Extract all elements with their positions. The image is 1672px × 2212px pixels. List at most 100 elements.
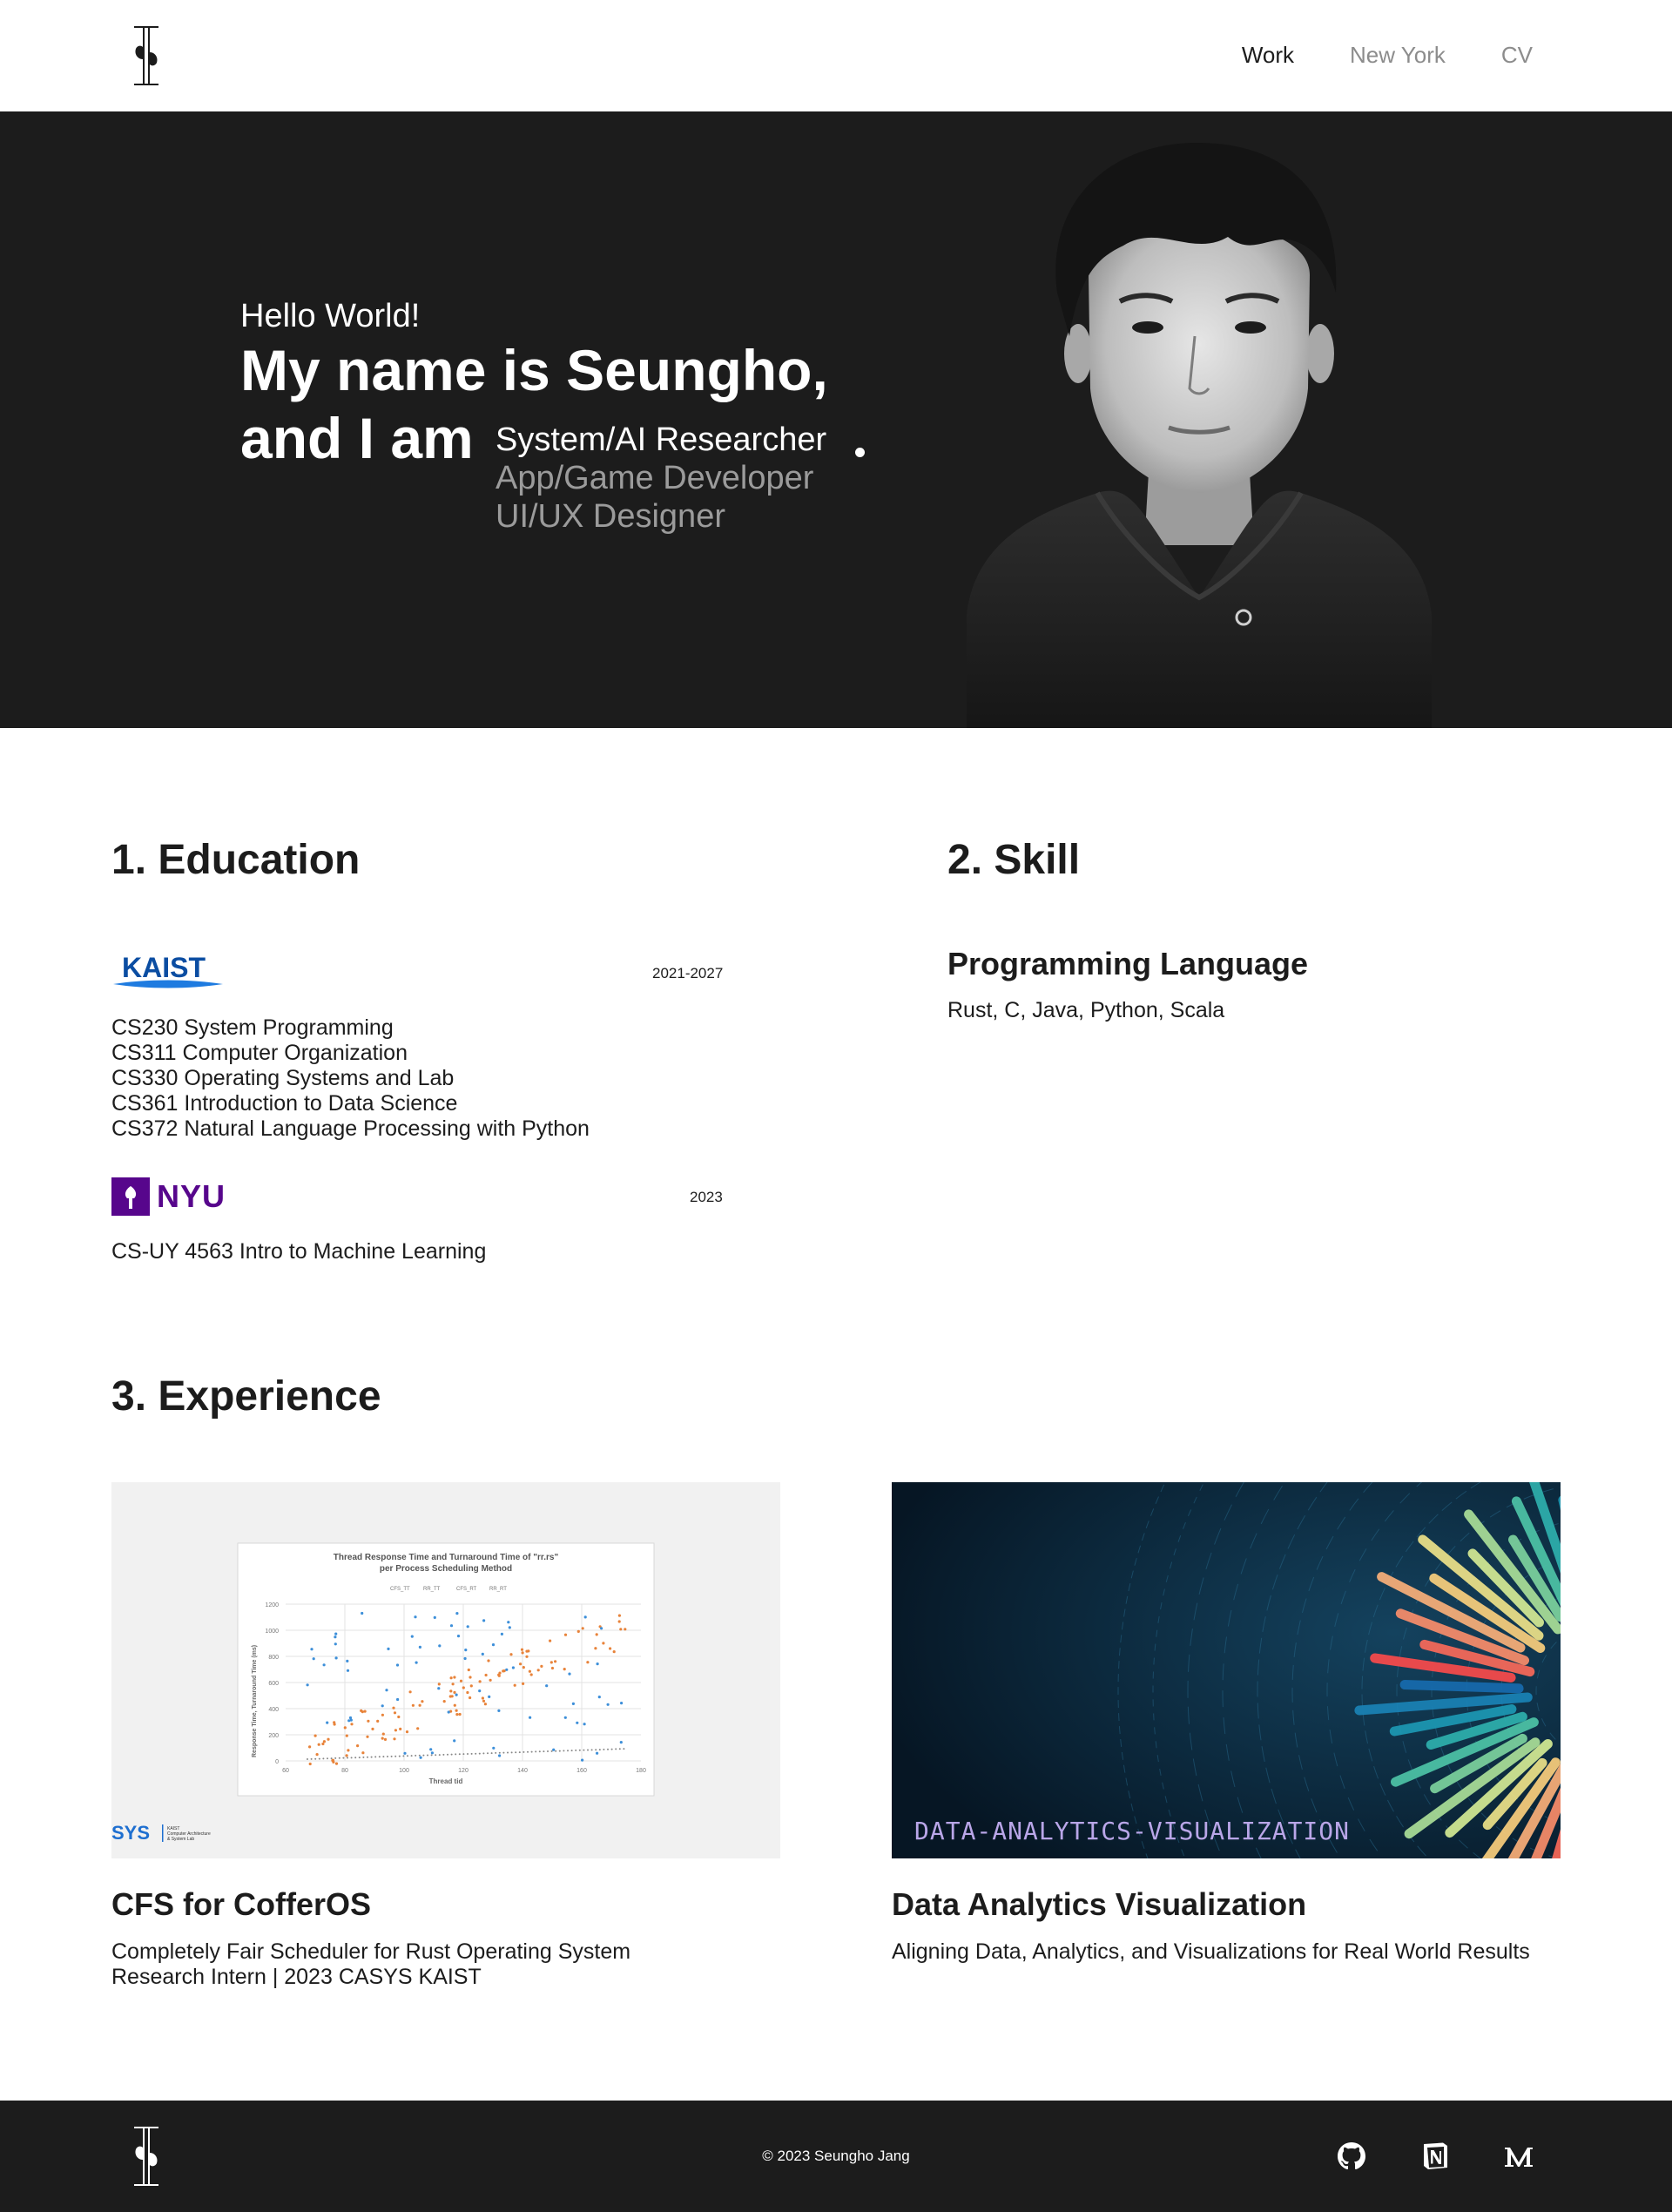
scatter-point: [367, 1719, 370, 1723]
experience-card-cfs-title[interactable]: CFS for CofferOS: [111, 1886, 371, 1923]
svg-text:& System Lab: & System Lab: [167, 1837, 194, 1842]
notion-icon[interactable]: [1419, 2141, 1451, 2172]
scatter-point: [363, 1710, 367, 1713]
scatter-point: [345, 1754, 348, 1757]
cursor-dot: [855, 448, 865, 457]
scatter-point: [594, 1647, 597, 1650]
scatter-point: [321, 1742, 325, 1746]
scatter-point: [438, 1644, 442, 1648]
github-icon[interactable]: [1336, 2141, 1367, 2172]
course-item: CS372 Natural Language Processing with P…: [111, 1116, 590, 1141]
svg-text:140: 140: [517, 1768, 528, 1774]
scatter-point: [448, 1695, 452, 1698]
experience-card-cfs-image[interactable]: Thread Response Time and Turnaround Time…: [111, 1482, 780, 1858]
scatter-point: [529, 1673, 533, 1676]
scatter-point: [308, 1762, 312, 1766]
scatter-point: [322, 1740, 326, 1743]
scatter-point: [360, 1709, 363, 1712]
scatter-point: [383, 1737, 388, 1741]
svg-text:80: 80: [341, 1768, 348, 1774]
medium-icon[interactable]: [1503, 2141, 1534, 2172]
scatter-point: [334, 1632, 338, 1635]
scatter-point: [450, 1753, 453, 1756]
scatter-point: [371, 1727, 374, 1730]
scatter-point: [617, 1620, 621, 1623]
scatter-point: [549, 1639, 552, 1642]
cfs-chart-thumbnail: Thread Response Time and Turnaround Time…: [111, 1542, 655, 1844]
scatter-point: [378, 1756, 381, 1758]
scatter-point: [481, 1696, 484, 1700]
scatter-point: [415, 1754, 417, 1757]
scatter-point: [567, 1750, 569, 1752]
scatter-point: [310, 1648, 314, 1651]
scatter-point: [385, 1689, 388, 1692]
svg-text:120: 120: [458, 1768, 469, 1774]
main-nav: Work New York CV: [1242, 42, 1533, 69]
scatter-point: [462, 1686, 465, 1689]
scatter-point: [374, 1756, 377, 1758]
scatter-point: [487, 1659, 490, 1662]
scatter-point: [484, 1673, 488, 1677]
scatter-point: [502, 1669, 505, 1673]
scatter-point: [568, 1672, 571, 1676]
scatter-point: [338, 1757, 340, 1759]
scatter-point: [345, 1734, 348, 1737]
scatter-point: [490, 1752, 493, 1755]
scatter-point: [603, 1748, 605, 1750]
scatter-point: [395, 1663, 400, 1667]
scatter-point: [595, 1749, 597, 1751]
scatter-point: [418, 1754, 421, 1757]
svg-text:Thread Response Time and Turna: Thread Response Time and Turnaround Time…: [334, 1553, 559, 1562]
hero-greeting: Hello World!: [240, 298, 421, 334]
scatter-point: [578, 1749, 581, 1751]
svg-text:200: 200: [268, 1733, 279, 1739]
scatter-point: [455, 1753, 457, 1756]
nav-cv[interactable]: CV: [1501, 42, 1533, 69]
scatter-point: [327, 1737, 330, 1741]
card-desc-line: Research Intern | 2023 CASYS KAIST: [111, 1965, 482, 1989]
scatter-point: [606, 1703, 610, 1706]
site-header: Work New York CV: [0, 0, 1672, 111]
scatter-point: [498, 1751, 501, 1754]
nav-new-york[interactable]: New York: [1350, 42, 1446, 69]
scatter-point: [571, 1702, 576, 1705]
scatter-point: [455, 1709, 458, 1712]
scatter-point: [610, 1748, 613, 1750]
scatter-point: [361, 1611, 364, 1615]
scatter-point: [530, 1750, 533, 1753]
experience-card-dav-image[interactable]: DATA-ANALYTICS-VISUALIZATION: [892, 1482, 1561, 1858]
svg-text:100: 100: [399, 1768, 409, 1774]
scatter-point: [447, 1710, 450, 1714]
svg-text:DATA-ANALYTICS-VISUALIZATION: DATA-ANALYTICS-VISUALIZATION: [914, 1817, 1350, 1845]
scatter-point: [306, 1683, 309, 1687]
scatter-point: [467, 1668, 470, 1672]
scatter-point: [469, 1676, 472, 1679]
site-logo[interactable]: [129, 24, 164, 87]
scatter-point: [536, 1669, 540, 1672]
experience-card-dav-title[interactable]: Data Analytics Visualization: [892, 1886, 1306, 1923]
course-item: CS230 System Programming: [111, 1015, 394, 1040]
scatter-point: [624, 1628, 627, 1631]
nav-work[interactable]: Work: [1242, 42, 1294, 69]
scatter-point: [502, 1751, 505, 1754]
scatter-point: [505, 1668, 509, 1671]
scatter-point: [442, 1700, 446, 1703]
scatter-point: [327, 1757, 328, 1760]
scatter-point: [394, 1755, 397, 1757]
scatter-point: [470, 1752, 473, 1755]
scatter-point: [346, 1669, 350, 1672]
scatter-point: [387, 1756, 388, 1757]
scatter-point: [466, 1690, 469, 1695]
scatter-point: [455, 1612, 459, 1615]
scatter-point: [482, 1752, 485, 1755]
scatter-point: [453, 1703, 456, 1707]
course-item: CS311 Computer Organization: [111, 1041, 408, 1065]
scatter-point: [350, 1723, 354, 1726]
scatter-point: [342, 1757, 345, 1759]
scatter-point: [511, 1666, 515, 1669]
scatter-point: [525, 1655, 529, 1658]
scatter-point: [326, 1721, 329, 1724]
scatter-point: [430, 1754, 433, 1757]
nyu-logo-text: NYU: [157, 1178, 226, 1214]
scatter-point: [393, 1711, 397, 1715]
